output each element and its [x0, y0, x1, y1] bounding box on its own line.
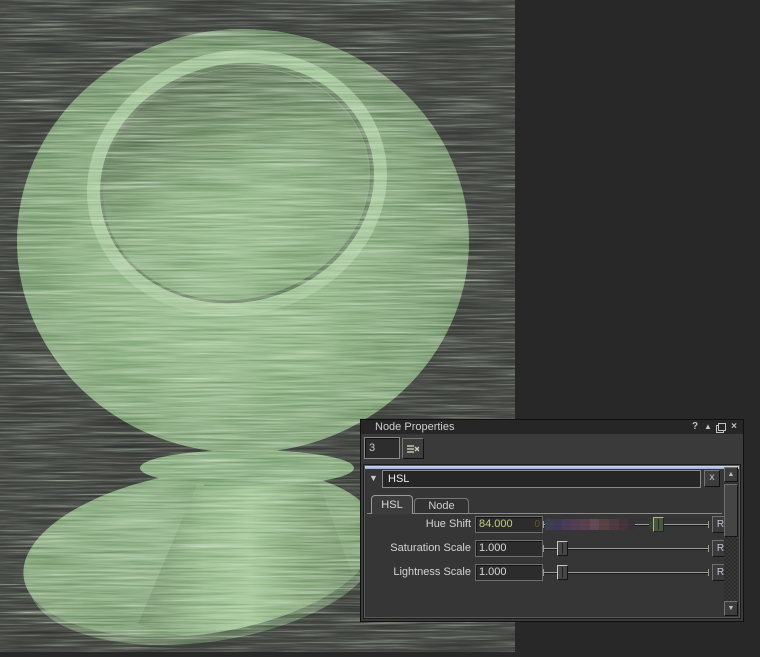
hue-shift-badge: 0	[534, 519, 540, 530]
float-window-icon[interactable]	[715, 421, 727, 433]
close-icon[interactable]: ×	[728, 421, 740, 433]
node-count-input[interactable]: 3	[364, 437, 400, 459]
saturation-scale-value: 1.000	[479, 542, 507, 554]
vertical-scrollbar[interactable]: ▲ ▼	[724, 467, 738, 616]
lightness-scale-slider[interactable]	[543, 564, 709, 582]
lightness-scale-value-field[interactable]: 1.000	[475, 564, 543, 581]
tab-node[interactable]: Node	[414, 498, 469, 514]
pedestal-collar	[140, 450, 354, 486]
hue-shift-slider[interactable]	[543, 516, 709, 534]
collapse-icon[interactable]: ▲	[702, 421, 714, 433]
hue-shift-label: Hue Shift	[425, 518, 471, 530]
scrollbar-thumb[interactable]	[724, 484, 738, 537]
lightness-scale-label: Lightness Scale	[393, 566, 471, 578]
saturation-scale-slider-handle[interactable]	[557, 541, 568, 556]
node-action-icon	[407, 444, 419, 453]
scroll-up-icon[interactable]: ▲	[724, 467, 738, 482]
hue-shift-value: 84.000	[479, 518, 513, 530]
expander-triangle-icon[interactable]: ▼	[369, 473, 378, 483]
hue-shift-value-field[interactable]: 84.000 0	[475, 516, 543, 533]
properties-frame: ▼ HSL x HSL Node Hue Shift 84.000 0 R Sa…	[364, 465, 740, 618]
scroll-down-icon[interactable]: ▼	[724, 601, 738, 616]
saturation-scale-slider[interactable]	[543, 540, 709, 558]
lightness-scale-slider-handle[interactable]	[557, 565, 568, 580]
saturation-scale-row: Saturation Scale 1.000 R	[367, 540, 729, 560]
hue-gradient-strip	[545, 519, 635, 530]
node-name-field[interactable]: HSL	[382, 470, 701, 488]
parameter-rows: Hue Shift 84.000 0 R Saturation Scale 1.…	[367, 514, 729, 615]
node-action-button[interactable]	[402, 438, 424, 459]
lightness-scale-value: 1.000	[479, 566, 507, 578]
panel-title: Node Properties	[375, 421, 455, 433]
hue-shift-row: Hue Shift 84.000 0 R	[367, 516, 729, 536]
tab-hsl[interactable]: HSL	[371, 495, 413, 514]
lightness-scale-row: Lightness Scale 1.000 R	[367, 564, 729, 584]
titlebar-icons: ? ▲ ×	[689, 420, 740, 434]
help-icon[interactable]: ?	[689, 421, 701, 433]
saturation-scale-value-field[interactable]: 1.000	[475, 540, 543, 557]
panel-titlebar[interactable]: Node Properties ? ▲ ×	[361, 420, 743, 434]
saturation-scale-label: Saturation Scale	[390, 542, 471, 554]
node-properties-panel: Node Properties ? ▲ × 3 ▼ HSL x HSL Node	[360, 419, 744, 622]
hue-shift-slider-handle[interactable]	[649, 517, 664, 532]
node-stack-header: ▼ HSL x	[365, 470, 722, 488]
selection-accent-bar	[365, 466, 739, 469]
remove-node-button[interactable]: x	[704, 470, 720, 487]
